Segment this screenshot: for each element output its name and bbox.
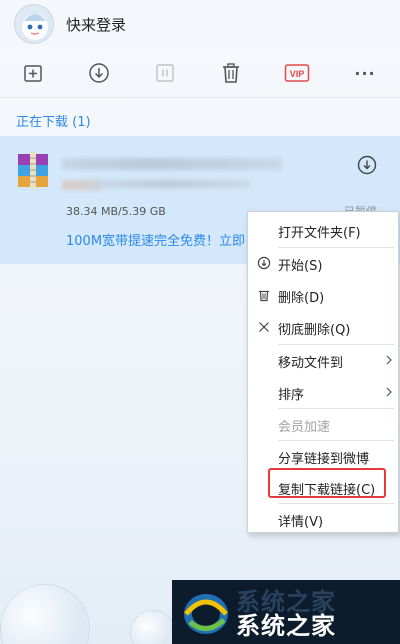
menu-item-delete[interactable]: 删除(D) [248,279,398,311]
download-circle-icon [357,155,377,175]
download-size-progress: 38.34 MB/5.39 GB [66,205,166,218]
vip-label: VIP [290,69,305,79]
menu-item-label: 会员加速 [278,420,331,435]
menu-item-move-file[interactable]: 移动文件到 [248,344,398,376]
menu-item-open-folder[interactable]: 打开文件夹(F) [248,214,398,246]
new-task-button[interactable] [18,58,48,88]
download-start-icon [89,63,109,83]
menu-item-vip-speedup: 会员加速 [248,408,398,440]
menu-item-label: 打开文件夹(F) [278,226,361,241]
pause-button[interactable] [150,58,180,88]
avatar[interactable] [14,4,54,44]
menu-item-label: 详情(V) [278,515,324,530]
menu-item-label: 移动文件到 [278,356,344,371]
vip-button[interactable]: VIP [282,58,312,88]
chevron-right-icon [386,387,392,397]
downloading-section-title: 正在下载 (1) [16,115,91,130]
watermark-logo [184,594,228,634]
start-download-button[interactable] [84,58,114,88]
vip-icon: VIP [284,64,310,82]
resume-download-button[interactable] [356,154,378,176]
close-icon [259,322,269,332]
download-manager-window: 快来登录 VIP ··· 正在下载 (1) 38.34 MB/5.39 GB 1… [0,0,400,644]
more-icon: ··· [354,63,376,83]
highlight-annotation [268,468,386,498]
ghost-mascot-icon [22,14,48,40]
pause-icon [156,64,174,82]
delete-button[interactable] [216,58,246,88]
delete-trash-icon [223,63,239,83]
menu-item-start[interactable]: 开始(S) [248,247,398,279]
header: 快来登录 [0,0,400,46]
toolbar: VIP ··· [0,50,400,98]
speedup-promo-link[interactable]: 100M宽带提速完全免费！立即 [66,230,266,249]
chevron-right-icon [386,355,392,365]
menu-item-label: 分享链接到微博 [278,452,370,467]
menu-item-label: 排序 [278,388,305,403]
more-button[interactable]: ··· [350,58,380,88]
menu-item-sort[interactable]: 排序 [248,376,398,408]
file-name-blurred-3 [90,180,250,188]
watermark-text: 系统之家 [236,612,336,640]
login-link[interactable]: 快来登录 [66,14,126,35]
play-circle-icon [257,256,271,270]
menu-item-label: 彻底删除(Q) [278,323,351,338]
menu-item-label: 删除(D) [278,291,325,306]
trash-icon [259,290,269,302]
bubble-decoration [130,610,176,644]
file-name-blurred [62,158,282,170]
menu-item-delete-permanently[interactable]: 彻底删除(Q) [248,311,398,343]
new-task-icon [24,65,42,82]
winrar-archive-icon [16,152,50,194]
menu-item-label: 开始(S) [278,259,323,274]
menu-item-details[interactable]: 详情(V) [248,503,398,535]
bubble-decoration [0,584,90,644]
watermark-banner: 系统之家 系统之家 [172,580,400,644]
